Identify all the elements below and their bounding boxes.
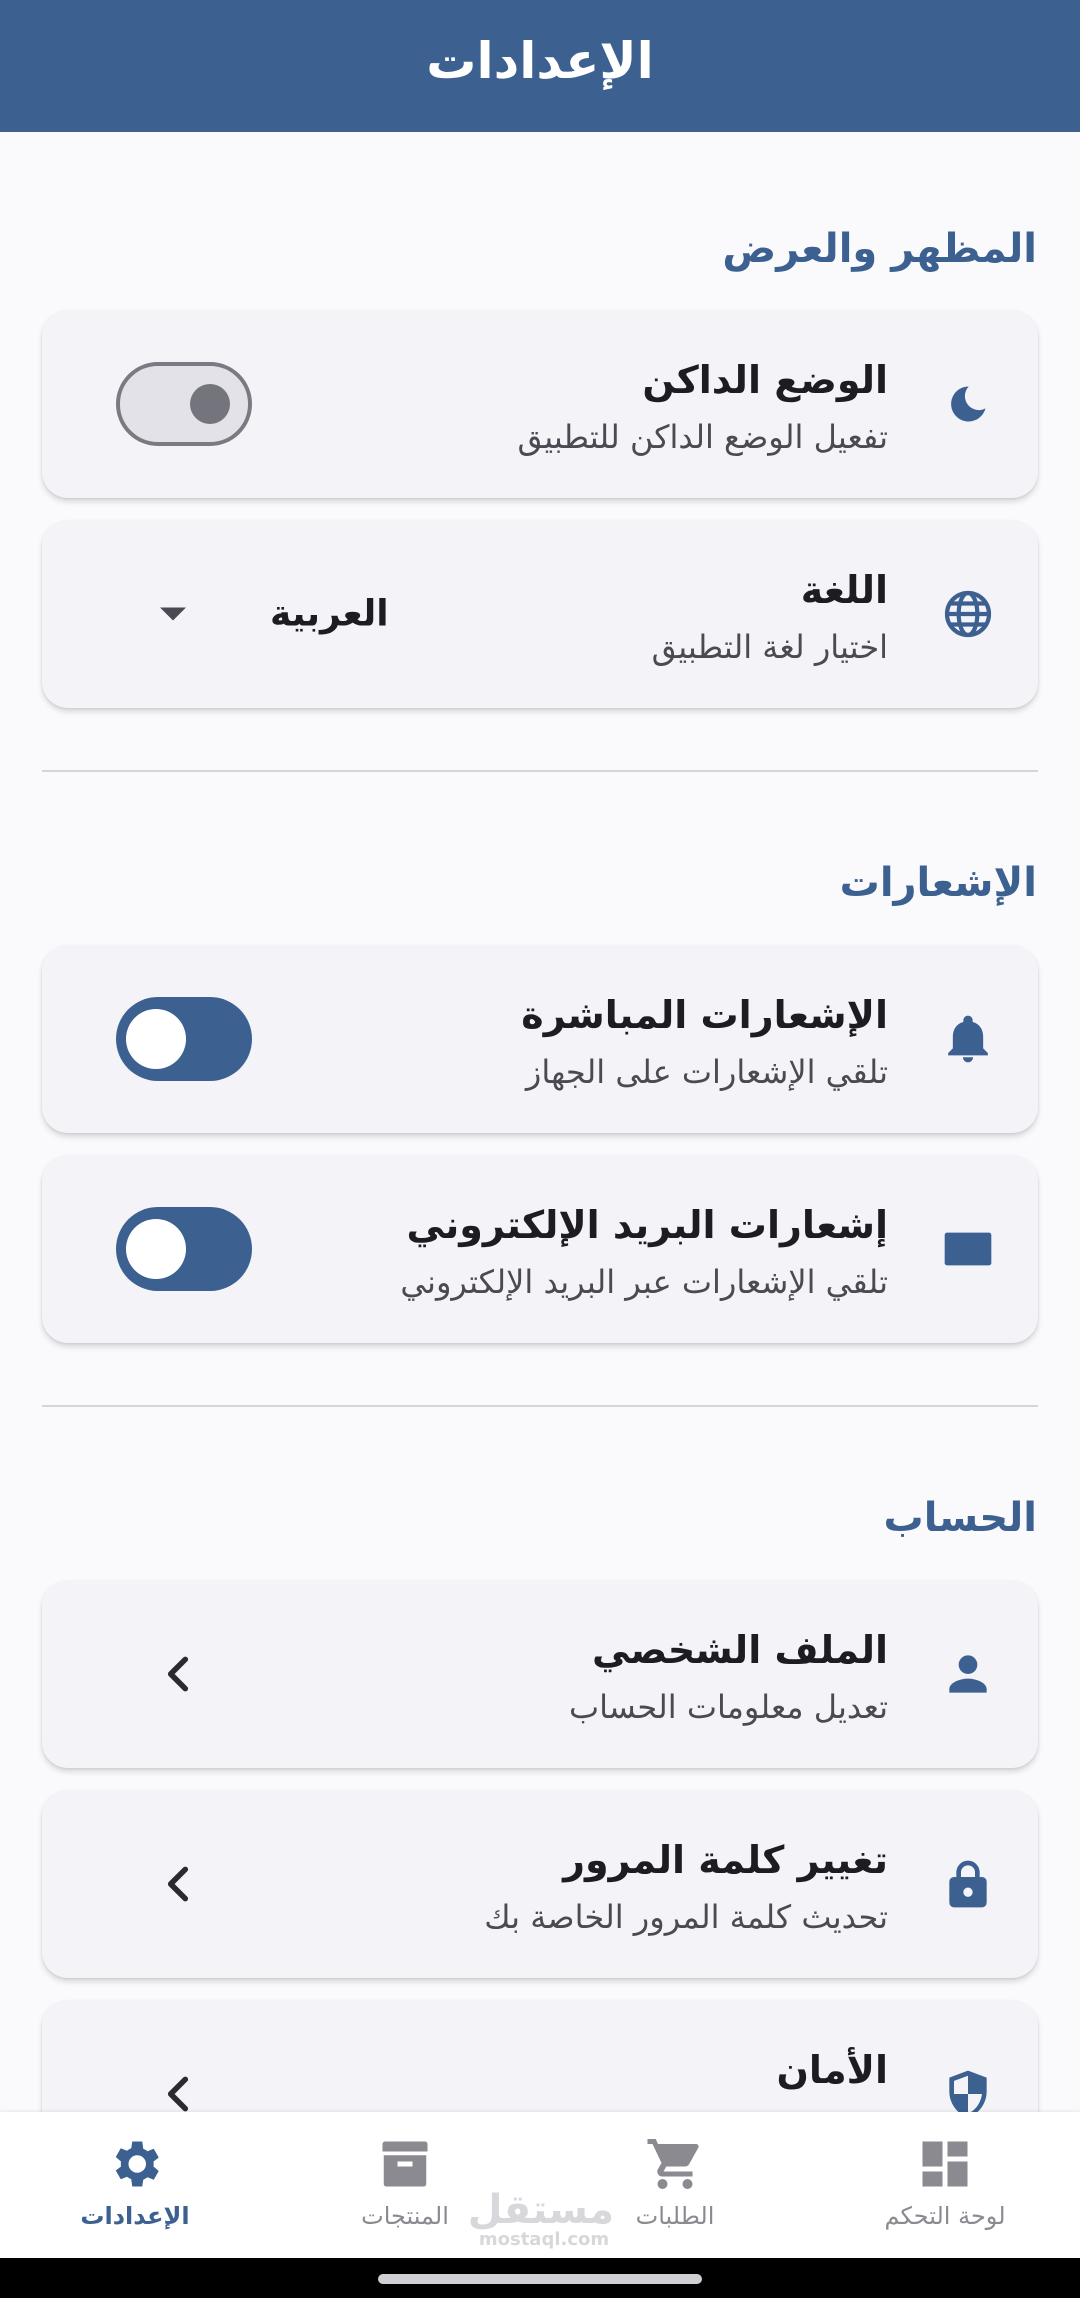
nav-item-settings[interactable]: الإعدادات [60, 2112, 210, 2258]
cart-icon [645, 2134, 705, 2194]
chevron-left-icon [162, 1652, 194, 1696]
settings-screen: الإعدادات المظهر والعرض الوضع الداكن تفع… [0, 0, 1080, 2298]
settings-list[interactable]: المظهر والعرض الوضع الداكن تفعيل الوضع ا… [0, 132, 1080, 2112]
bell-icon [940, 1011, 996, 1067]
section-title-notifications: الإشعارات [839, 860, 1037, 906]
setting-title: تغيير كلمة المرور [563, 1838, 888, 1882]
setting-subtitle: اختيار لغة التطبيق [651, 628, 888, 666]
setting-title: اللغة [800, 568, 888, 612]
lock-icon [940, 1856, 996, 1912]
section-title-appearance: المظهر والعرض [722, 226, 1037, 272]
push-notifications-toggle[interactable] [116, 997, 252, 1081]
moon-icon [940, 376, 996, 432]
setting-subtitle: تلقي الإشعارات عبر البريد الإلكتروني [400, 1263, 888, 1301]
nav-item-dashboard[interactable]: لوحة التحكم [870, 2112, 1020, 2258]
caret-down-icon [160, 607, 186, 621]
language-selected-value: العربية [270, 593, 389, 635]
setting-security[interactable]: الأمان [42, 2000, 1038, 2112]
setting-dark-mode[interactable]: الوضع الداكن تفعيل الوضع الداكن للتطبيق [42, 310, 1038, 498]
bottom-navigation: الإعدادات المنتجات الطلبات لوحة التحكم م… [0, 2112, 1080, 2258]
setting-language[interactable]: اللغة اختيار لغة التطبيق العربية [42, 520, 1038, 708]
email-notifications-toggle[interactable] [116, 1207, 252, 1291]
watermark-domain: mostaql.com [478, 2229, 610, 2250]
setting-profile[interactable]: الملف الشخصي تعديل معلومات الحساب [42, 1580, 1038, 1768]
nav-item-products[interactable]: المنتجات [330, 2112, 480, 2258]
setting-subtitle: تفعيل الوضع الداكن للتطبيق [517, 418, 888, 456]
nav-label: الإعدادات [80, 2202, 190, 2230]
dark-mode-toggle[interactable] [116, 362, 252, 446]
setting-email-notifications[interactable]: إشعارات البريد الإلكتروني تلقي الإشعارات… [42, 1155, 1038, 1343]
setting-title: الإشعارات المباشرة [521, 993, 888, 1037]
toggle-knob [126, 1219, 186, 1279]
section-divider [42, 1405, 1038, 1407]
chevron-left-icon [162, 1862, 194, 1906]
app-bar: الإعدادات [0, 0, 1080, 132]
toggle-knob [190, 384, 230, 424]
mail-icon [940, 1221, 996, 1277]
watermark-brand: مستقل [467, 2187, 614, 2233]
section-title-account: الحساب [883, 1495, 1037, 1541]
section-divider [42, 770, 1038, 772]
toggle-knob [126, 1009, 186, 1069]
system-navigation-bar [0, 2258, 1080, 2298]
setting-subtitle: تحديث كلمة المرور الخاصة بك [484, 1898, 888, 1936]
archive-icon [375, 2134, 435, 2194]
setting-title: إشعارات البريد الإلكتروني [406, 1203, 889, 1247]
setting-title: الأمان [776, 2048, 888, 2092]
setting-push-notifications[interactable]: الإشعارات المباشرة تلقي الإشعارات على ال… [42, 945, 1038, 1133]
nav-item-orders[interactable]: الطلبات [600, 2112, 750, 2258]
page-title: الإعدادات [426, 32, 654, 90]
dashboard-icon [915, 2134, 975, 2194]
setting-change-password[interactable]: تغيير كلمة المرور تحديث كلمة المرور الخا… [42, 1790, 1038, 1978]
setting-subtitle: تعديل معلومات الحساب [568, 1688, 888, 1726]
nav-label: الطلبات [635, 2202, 715, 2230]
home-gesture-handle[interactable] [378, 2274, 702, 2284]
watermark-logo: مستقل mostaql.com [467, 2187, 614, 2250]
setting-title: الملف الشخصي [591, 1628, 888, 1672]
globe-icon [940, 586, 996, 642]
person-icon [940, 1646, 996, 1702]
language-dropdown[interactable]: العربية [160, 594, 389, 635]
gear-icon [105, 2134, 165, 2194]
nav-label: المنتجات [361, 2202, 449, 2230]
nav-label: لوحة التحكم [884, 2202, 1006, 2230]
setting-subtitle: تلقي الإشعارات على الجهاز [525, 1053, 888, 1091]
setting-title: الوضع الداكن [642, 358, 888, 402]
shield-icon [940, 2066, 996, 2112]
chevron-left-icon [162, 2072, 194, 2112]
